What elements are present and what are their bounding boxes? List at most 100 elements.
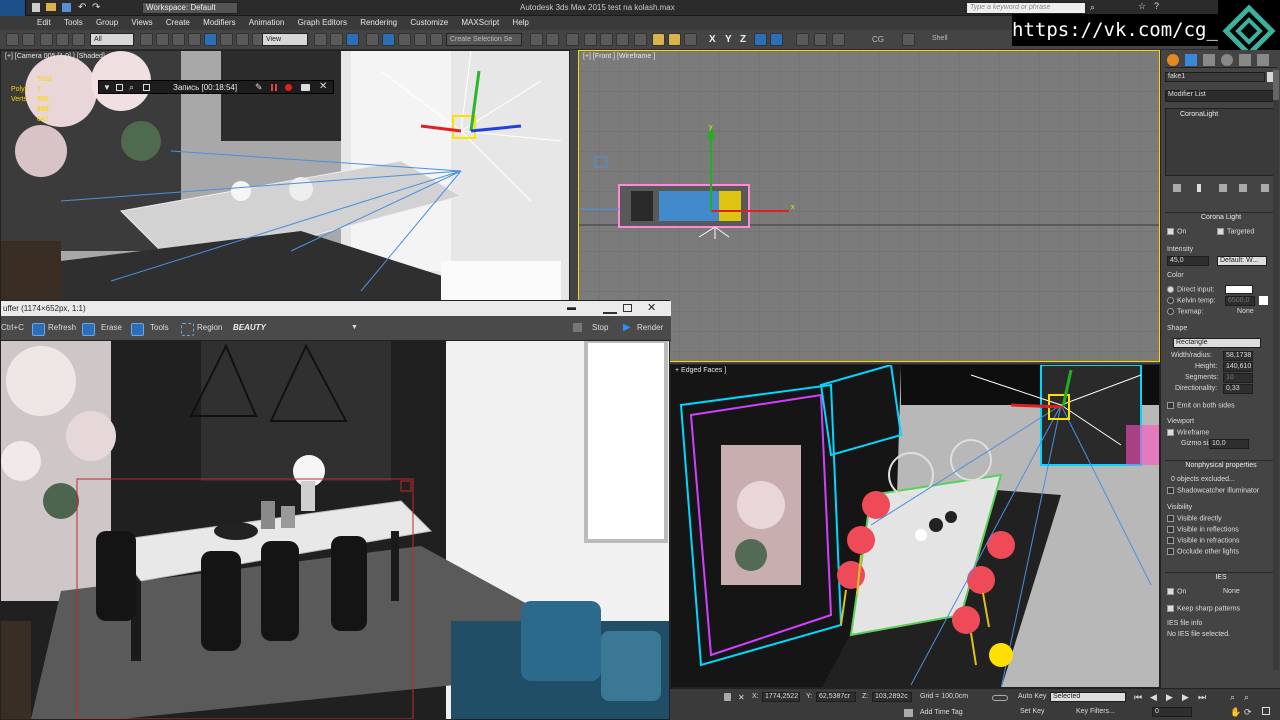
redo-toolbar-icon[interactable] bbox=[22, 33, 35, 46]
move-icon[interactable] bbox=[204, 33, 217, 46]
material-editor-icon[interactable] bbox=[634, 33, 647, 46]
selection-filter-dropdown[interactable]: All bbox=[90, 33, 134, 46]
graphite-tools-icon[interactable] bbox=[584, 33, 597, 46]
select-manipulate-icon[interactable] bbox=[330, 33, 343, 46]
play-icon[interactable]: ▶ bbox=[1166, 692, 1173, 703]
z-coord-field[interactable]: 103,2892c bbox=[872, 692, 912, 702]
axis-xy-icon[interactable] bbox=[754, 33, 767, 46]
refresh-icon[interactable] bbox=[32, 323, 45, 336]
mirror-icon[interactable] bbox=[530, 33, 543, 46]
cg-button[interactable]: CG bbox=[872, 35, 884, 44]
axis-x-button[interactable]: X bbox=[709, 34, 716, 45]
remove-modifier-icon[interactable] bbox=[1239, 184, 1247, 192]
erase-icon[interactable] bbox=[82, 323, 95, 336]
pan-icon[interactable]: ✋ bbox=[1230, 707, 1241, 718]
channel-dropdown-arrow-icon[interactable]: ▼ bbox=[351, 324, 358, 331]
window-maximize-button[interactable] bbox=[623, 304, 632, 312]
go-to-start-icon[interactable]: ⏮ bbox=[1134, 692, 1142, 703]
rendered-frame-window-icon[interactable] bbox=[668, 33, 681, 46]
erase-button[interactable]: Erase bbox=[101, 323, 122, 332]
object-name-field[interactable]: fake1 bbox=[1165, 72, 1265, 82]
new-file-icon[interactable] bbox=[32, 3, 40, 12]
previous-frame-icon[interactable]: ◀ bbox=[1150, 692, 1157, 703]
exclude-list-button[interactable]: 0 objects excluded... bbox=[1169, 476, 1265, 486]
axis-y-button[interactable]: Y bbox=[725, 34, 732, 45]
region-button[interactable]: Region bbox=[197, 323, 222, 332]
menu-modifiers[interactable]: Modifiers bbox=[203, 16, 235, 30]
search-icon[interactable]: ⌕ bbox=[1090, 2, 1095, 13]
show-end-result-icon[interactable] bbox=[1197, 184, 1201, 192]
cg-tool-icon[interactable] bbox=[902, 33, 915, 46]
absolute-mode-icon[interactable]: ✕ bbox=[738, 693, 745, 702]
edit-named-selection-icon[interactable] bbox=[430, 33, 443, 46]
distribute-icon[interactable] bbox=[814, 33, 827, 46]
menu-maxscript[interactable]: MAXScript bbox=[461, 16, 499, 30]
scatter-icon[interactable] bbox=[832, 33, 845, 46]
directionality-spinner[interactable]: 0,33 bbox=[1223, 384, 1253, 394]
render-play-icon[interactable]: ▶ bbox=[623, 322, 631, 333]
segments-spinner[interactable]: 10 bbox=[1223, 373, 1253, 383]
make-unique-icon[interactable] bbox=[1219, 184, 1227, 192]
refresh-button[interactable]: Refresh bbox=[48, 323, 76, 332]
zoom-all-icon[interactable]: ⌕ bbox=[1244, 692, 1249, 703]
menu-group[interactable]: Group bbox=[96, 16, 118, 30]
y-coord-field[interactable]: 62,5387cr bbox=[816, 692, 856, 702]
camera-snapshot-icon[interactable] bbox=[301, 84, 310, 91]
texmap-button[interactable]: None bbox=[1237, 308, 1254, 315]
direct-input-radio-dot[interactable] bbox=[1167, 286, 1174, 293]
keep-sharp-checkbox-box[interactable] bbox=[1167, 605, 1174, 612]
channel-dropdown[interactable]: BEAUTY bbox=[233, 323, 266, 332]
lock-selection-icon[interactable] bbox=[724, 693, 731, 701]
wireframe-checkbox-box[interactable] bbox=[1167, 429, 1174, 436]
add-time-tag-button[interactable]: Add Time Tag bbox=[920, 709, 963, 716]
named-selection-dropdown[interactable]: Create Selection Se bbox=[446, 33, 522, 46]
ies-on-checkbox-box[interactable] bbox=[1167, 588, 1174, 595]
modify-tab-icon[interactable] bbox=[1185, 54, 1197, 66]
menu-edit[interactable]: Edit bbox=[37, 16, 51, 30]
undo-toolbar-icon[interactable] bbox=[6, 33, 19, 46]
zoom-viewport-icon[interactable]: ⌕ bbox=[1230, 692, 1235, 703]
redo-icon[interactable]: ↷ bbox=[92, 2, 100, 13]
menu-views[interactable]: Views bbox=[131, 16, 152, 30]
window-minimize-button[interactable] bbox=[603, 302, 617, 314]
link-icon[interactable] bbox=[40, 33, 53, 46]
render-button[interactable]: Render bbox=[637, 323, 663, 332]
perspective-viewport-label[interactable]: + Edged Faces ] bbox=[675, 367, 726, 374]
close-icon[interactable]: ✕ bbox=[319, 81, 327, 92]
go-to-end-icon[interactable]: ⏭ bbox=[1198, 692, 1206, 703]
minimize-icon[interactable]: ▬ bbox=[567, 302, 576, 312]
angle-snap-icon[interactable] bbox=[382, 33, 395, 46]
perspective-viewport[interactable]: + Edged Faces ] bbox=[670, 364, 1160, 688]
shadowcatcher-checkbox[interactable]: Shadowcatcher illuminator bbox=[1167, 487, 1259, 494]
menu-customize[interactable]: Customize bbox=[410, 16, 448, 30]
shadowcatcher-checkbox-box[interactable] bbox=[1167, 487, 1174, 494]
window-crossing-icon[interactable] bbox=[188, 33, 201, 46]
selection-set-dropdown[interactable]: Selected bbox=[1050, 692, 1126, 702]
search-input[interactable]: Type a keyword or phrase bbox=[966, 2, 1086, 14]
light-color-swatch[interactable] bbox=[1225, 285, 1253, 294]
gizmo-size-spinner[interactable]: 10,0 bbox=[1209, 439, 1249, 449]
texmap-radio-dot[interactable] bbox=[1167, 308, 1174, 315]
visible-directly-checkbox-box[interactable] bbox=[1167, 515, 1174, 522]
keyboard-shortcut-override-icon[interactable] bbox=[346, 33, 359, 46]
on-checkbox-box[interactable] bbox=[1167, 228, 1174, 235]
nonphysical-properties-rollout-title[interactable]: Nonphysical properties bbox=[1165, 460, 1277, 470]
select-by-name-icon[interactable] bbox=[156, 33, 169, 46]
targeted-checkbox[interactable]: Targeted bbox=[1217, 228, 1254, 235]
emit-both-sides-checkbox[interactable]: Emit on both sides bbox=[1167, 402, 1235, 409]
region-icon[interactable] bbox=[181, 323, 194, 336]
pause-icon[interactable] bbox=[271, 84, 277, 91]
align-icon[interactable] bbox=[546, 33, 559, 46]
command-panel-scrollbar[interactable] bbox=[1273, 70, 1279, 670]
modifier-stack-item[interactable]: CoronaLight bbox=[1166, 109, 1276, 120]
axis-constraint-icon[interactable] bbox=[770, 33, 783, 46]
visible-refractions-checkbox-box[interactable] bbox=[1167, 537, 1174, 544]
window-close-button[interactable]: ✕ bbox=[647, 301, 656, 314]
layer-manager-icon[interactable] bbox=[566, 33, 579, 46]
axis-z-button[interactable]: Z bbox=[740, 34, 746, 45]
menu-create[interactable]: Create bbox=[166, 16, 190, 30]
save-file-icon[interactable] bbox=[62, 3, 71, 12]
modifier-list-dropdown[interactable]: Modifier List bbox=[1165, 90, 1277, 102]
current-frame-field[interactable]: 0 bbox=[1152, 707, 1192, 717]
bind-space-warp-icon[interactable] bbox=[72, 33, 85, 46]
